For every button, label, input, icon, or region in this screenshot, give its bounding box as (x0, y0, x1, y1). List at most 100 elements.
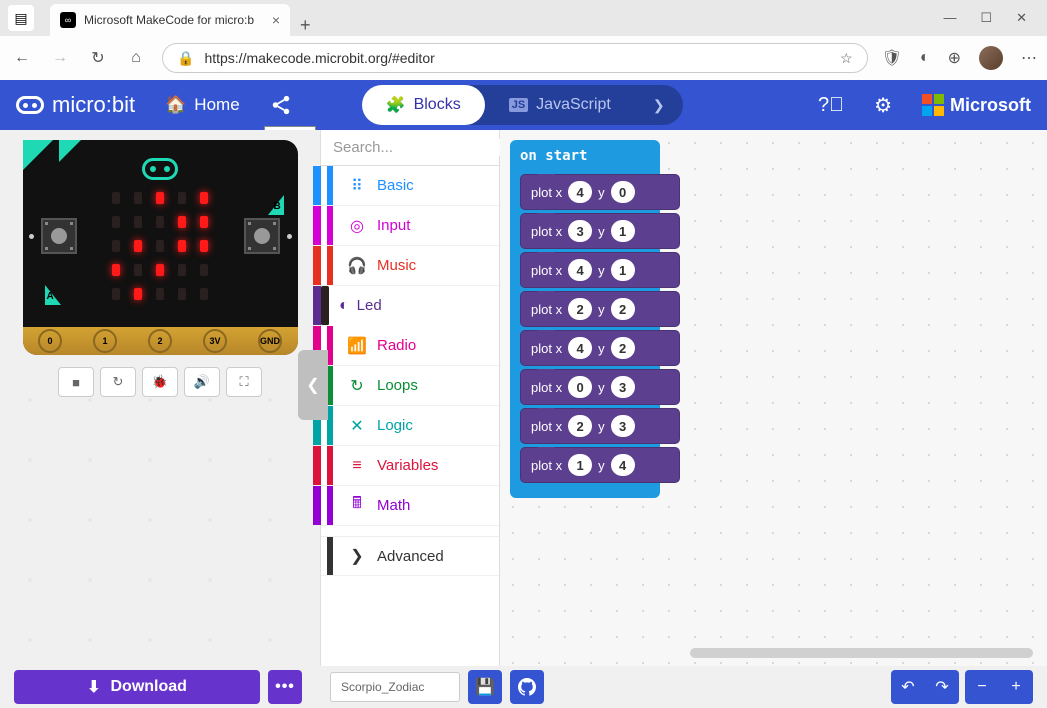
toolbox-radio[interactable]: 📶Radio (321, 326, 499, 366)
sync-icon[interactable]: ◐ (920, 49, 930, 67)
collections-icon[interactable]: ⊕ (948, 48, 961, 68)
plot-y-value[interactable]: 2 (611, 298, 635, 320)
plot-y-value[interactable]: 3 (611, 376, 635, 398)
project-name-input[interactable] (330, 672, 460, 702)
url-input[interactable]: 🔒 https://makecode.microbit.org/#editor … (162, 43, 868, 73)
address-bar: ← → ↻ ⌂ 🔒 https://makecode.microbit.org/… (0, 36, 1047, 80)
plot-y-value[interactable]: 3 (611, 415, 635, 437)
mute-button[interactable]: 🔊 (184, 367, 220, 397)
plot-x-value[interactable]: 4 (568, 181, 592, 203)
zoom-out-button[interactable]: − (965, 670, 999, 704)
microbit-logo[interactable]: micro:bit (16, 92, 135, 118)
share-button[interactable] (270, 94, 292, 116)
workspace-scrollbar[interactable] (690, 648, 1033, 658)
refresh-button[interactable]: ↻ (86, 48, 110, 68)
block-stack[interactable]: on start plot x4y0plot x3y1plot x4y1plot… (510, 140, 660, 498)
restart-button[interactable]: ↻ (100, 367, 136, 397)
workspace[interactable]: on start plot x4y0plot x3y1plot x4y1plot… (500, 130, 1047, 666)
pin-2[interactable]: 2 (148, 329, 172, 353)
plot-y-value[interactable]: 4 (611, 454, 635, 476)
mode-switch: 🧩 Blocks JS JavaScript ❯ (362, 85, 683, 125)
plot-block[interactable]: plot x4y1 (520, 252, 680, 288)
led-1-1 (134, 216, 142, 228)
maximize-button[interactable]: ☐ (980, 10, 992, 26)
toolbox-music[interactable]: 🎧Music (321, 246, 499, 286)
variables-icon: ≡ (345, 457, 369, 475)
plot-block[interactable]: plot x3y1 (520, 213, 680, 249)
plot-x-value[interactable]: 4 (568, 259, 592, 281)
zoom-group: − + (965, 670, 1033, 704)
toolbox-variables[interactable]: ≡Variables (321, 446, 499, 486)
shield-icon[interactable]: 🛡 (882, 48, 902, 68)
new-tab-button[interactable]: + (300, 15, 311, 36)
zoom-in-button[interactable]: + (999, 670, 1033, 704)
help-button[interactable]: ?⃝ (818, 94, 844, 117)
undo-button[interactable]: ↶ (891, 670, 925, 704)
download-menu[interactable]: ••• (268, 670, 302, 704)
toolbox-input[interactable]: ◎Input (321, 206, 499, 246)
plot-y-value[interactable]: 0 (611, 181, 635, 203)
plot-x-value[interactable]: 4 (568, 337, 592, 359)
microbit-simulator[interactable]: 0 1 2 3V GND (23, 140, 298, 355)
app-body: 0123VGND ■ ↻ 🐞 🔊 ⛶ ❮ 🔍 ⠿Basic◎Input🎧Musi… (0, 130, 1047, 666)
plot-block[interactable]: plot x1y4 (520, 447, 680, 483)
plot-x-value[interactable]: 2 (568, 415, 592, 437)
pin-GND[interactable]: GND (258, 329, 282, 353)
header-right: ?⃝ ⚙ Microsoft (818, 93, 1031, 118)
collapse-simulator[interactable]: ❮ (298, 350, 328, 420)
plot-block[interactable]: plot x4y2 (520, 330, 680, 366)
redo-button[interactable]: ↷ (925, 670, 959, 704)
led-4-2 (200, 240, 208, 252)
toolbox-advanced[interactable]: ❯Advanced (321, 536, 499, 576)
toolbox: 🔍 ⠿Basic◎Input🎧Music◐Led📶Radio↻Loops✕Log… (320, 130, 500, 666)
button-b[interactable] (244, 218, 280, 254)
close-icon[interactable]: × (272, 12, 280, 28)
mode-dropdown[interactable]: ❯ (635, 97, 683, 114)
ms-squares-icon (922, 94, 944, 116)
plot-y-value[interactable]: 1 (611, 259, 635, 281)
blocks-tab[interactable]: 🧩 Blocks (362, 85, 485, 125)
toolbox-math[interactable]: 🖩Math (321, 486, 499, 526)
home-link[interactable]: 🏠 Home (165, 95, 240, 115)
pin-3V[interactable]: 3V (203, 329, 227, 353)
menu-icon[interactable]: ⋯ (1021, 48, 1037, 68)
back-button[interactable]: ← (10, 49, 34, 67)
on-start-block[interactable]: on start plot x4y0plot x3y1plot x4y1plot… (510, 140, 660, 498)
toolbox-led[interactable]: ◐Led (321, 286, 329, 326)
home-button[interactable]: ⌂ (124, 49, 148, 67)
settings-button[interactable]: ⚙ (874, 93, 892, 118)
toolbox-basic[interactable]: ⠿Basic (321, 166, 499, 206)
pin-0[interactable]: 0 (38, 329, 62, 353)
favorite-icon[interactable]: ☆ (840, 50, 853, 67)
profile-avatar[interactable] (979, 46, 1003, 70)
led-0-1 (112, 216, 120, 228)
app-header: micro:bit 🏠 Home Share 🧩 Blocks JS JavaS… (0, 80, 1047, 130)
microsoft-logo[interactable]: Microsoft (922, 94, 1031, 116)
pin-1[interactable]: 1 (93, 329, 117, 353)
led-3-0 (178, 192, 186, 204)
plot-y-value[interactable]: 1 (611, 220, 635, 242)
toolbox-loops[interactable]: ↻Loops (321, 366, 499, 406)
minimize-button[interactable]: — (943, 10, 956, 26)
plot-y-value[interactable]: 2 (611, 337, 635, 359)
button-a[interactable] (41, 218, 77, 254)
plot-x-value[interactable]: 2 (568, 298, 592, 320)
plot-x-value[interactable]: 1 (568, 454, 592, 476)
download-button[interactable]: ⬇ Download (14, 670, 260, 704)
debug-button[interactable]: 🐞 (142, 367, 178, 397)
plot-x-value[interactable]: 0 (568, 376, 592, 398)
browser-tab[interactable]: ∞ Microsoft MakeCode for micro:b × (50, 4, 290, 36)
github-button[interactable] (510, 670, 544, 704)
toolbox-logic[interactable]: ✕Logic (321, 406, 499, 446)
pin-strip: 0 1 2 3V GND (23, 327, 298, 355)
plot-x-value[interactable]: 3 (568, 220, 592, 242)
plot-block[interactable]: plot x4y0 (520, 174, 680, 210)
javascript-tab[interactable]: JS JavaScript (485, 85, 635, 125)
close-window-button[interactable]: ✕ (1016, 10, 1027, 26)
plot-block[interactable]: plot x2y3 (520, 408, 680, 444)
plot-block[interactable]: plot x0y3 (520, 369, 680, 405)
plot-block[interactable]: plot x2y2 (520, 291, 680, 327)
save-button[interactable]: 💾 (468, 670, 502, 704)
stop-button[interactable]: ■ (58, 367, 94, 397)
fullscreen-button[interactable]: ⛶ (226, 367, 262, 397)
